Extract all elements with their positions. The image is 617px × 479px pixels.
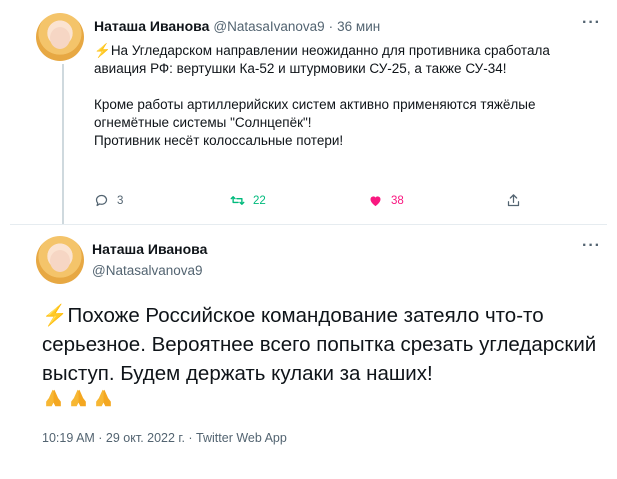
pray-emoji-icon	[46, 389, 61, 407]
lightning-emoji-icon: ⚡	[94, 43, 111, 58]
author-name[interactable]: Наташа Иванова	[92, 241, 207, 257]
tweet1-header: Наташа Иванова @NatasaIvanova9 · 36 мин	[94, 18, 380, 34]
tweet-divider	[10, 224, 607, 225]
share-icon	[507, 194, 520, 207]
tweet-actions: 3 22 38	[94, 193, 534, 213]
share-button[interactable]	[506, 193, 521, 208]
reply-count: 3	[117, 194, 124, 207]
retweet-button[interactable]: 22	[230, 193, 266, 208]
avatar[interactable]	[36, 236, 84, 284]
tweet-body: На Угледарском направлении неожиданно дл…	[94, 43, 550, 148]
more-options-button[interactable]: ···	[582, 14, 601, 32]
reply-icon	[95, 194, 108, 207]
tweet-thread: Наташа Иванова @NatasaIvanova9 · 36 мин …	[10, 0, 607, 470]
more-options-button[interactable]: ···	[582, 237, 601, 255]
tweet-time[interactable]: 36 мин	[337, 19, 380, 34]
separator-dot: ·	[328, 19, 334, 34]
avatar[interactable]	[36, 13, 84, 61]
like-count: 38	[391, 194, 404, 207]
tweet-timestamp-source[interactable]: 10:19 AM · 29 окт. 2022 г. · Twitter Web…	[42, 431, 287, 445]
pray-emoji-icon	[96, 389, 111, 407]
retweet-count: 22	[253, 194, 266, 207]
retweet-icon	[230, 196, 245, 205]
like-button[interactable]: 38	[368, 193, 404, 208]
pray-emoji-icon	[71, 389, 86, 407]
author-name[interactable]: Наташа Иванова	[94, 18, 209, 34]
thread-connector-line	[62, 64, 64, 224]
pray-emoji-row	[42, 387, 115, 409]
tweet-text: ⚡На Угледарском направлении неожиданно д…	[94, 42, 604, 150]
reply-button[interactable]: 3	[94, 193, 123, 208]
main-tweet-body: Похоже Российское командование затеяло ч…	[42, 304, 597, 385]
tweet2-header: Наташа Иванова	[92, 241, 207, 257]
lightning-emoji-icon: ⚡	[42, 304, 68, 327]
author-handle[interactable]: @Natasalvanova9	[92, 263, 203, 278]
author-handle[interactable]: @NatasaIvanova9	[213, 19, 324, 34]
main-tweet-text: ⚡Похоже Российское командование затеяло …	[42, 301, 612, 388]
heart-icon	[370, 196, 381, 207]
